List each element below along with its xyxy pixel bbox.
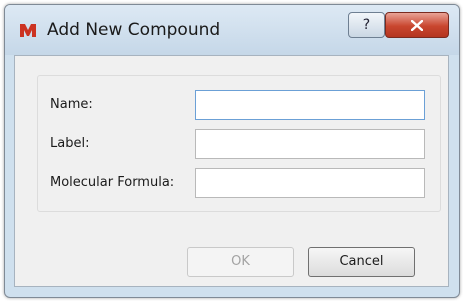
label-label: Label: — [50, 136, 90, 151]
ok-button[interactable]: OK — [187, 247, 294, 277]
help-button[interactable]: ? — [348, 12, 385, 38]
help-icon: ? — [362, 17, 371, 33]
name-label: Name: — [50, 97, 93, 112]
dialog-title: Add New Compound — [47, 20, 221, 40]
close-button[interactable] — [385, 12, 449, 38]
label-input[interactable] — [195, 129, 425, 159]
molecular-formula-input[interactable] — [195, 168, 425, 198]
molecular-formula-label: Molecular Formula: — [50, 175, 175, 190]
cancel-button[interactable]: Cancel — [308, 247, 415, 277]
title-bar[interactable]: Add New Compound ? — [5, 5, 459, 55]
close-icon — [411, 20, 423, 31]
dialog-body: Name: Label: Molecular Formula: OK Cance… — [14, 55, 449, 287]
add-compound-dialog: Add New Compound ? Name: Label: Molecula… — [4, 4, 460, 298]
app-m-logo-icon — [20, 24, 36, 37]
compound-fields-group: Name: Label: Molecular Formula: — [37, 75, 441, 212]
name-input[interactable] — [195, 90, 425, 120]
